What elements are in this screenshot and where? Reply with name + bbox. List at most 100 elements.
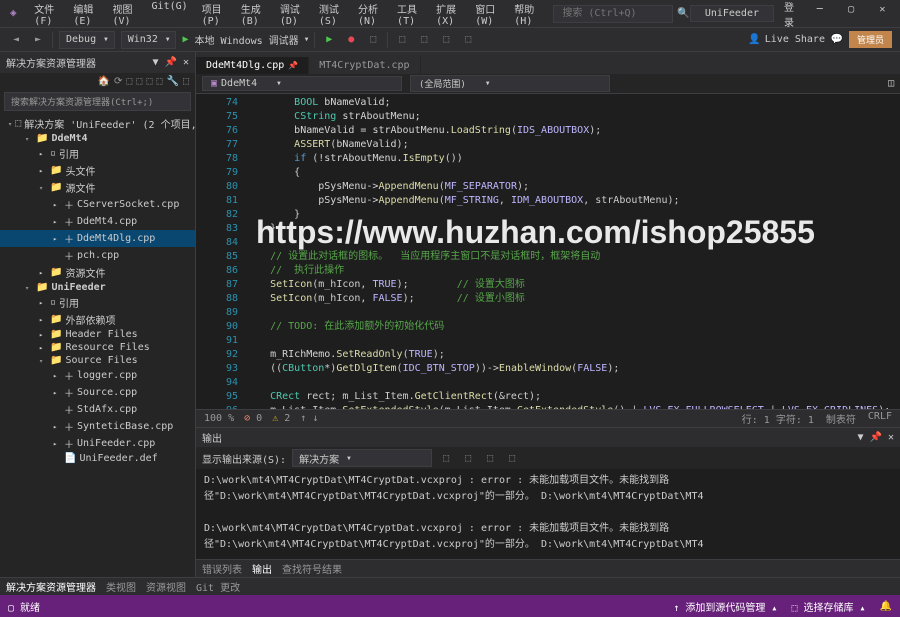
feedback-icon[interactable]: 💬 — [829, 32, 845, 48]
menu-调试(D)[interactable]: 调试(D) — [274, 0, 311, 31]
tree-item[interactable]: ▸＋DdeMt4.cpp — [0, 213, 195, 230]
wrench-icon[interactable]: 🔧 — [167, 76, 179, 87]
output-tab[interactable]: 错误列表 — [202, 561, 242, 576]
tb-c-icon[interactable]: ⬚ — [146, 76, 152, 87]
code-editor[interactable]: https://www.huzhan.com/ishop25855 747576… — [196, 94, 900, 409]
out-pin-icon[interactable]: 📌 — [870, 432, 882, 443]
source-control-button[interactable]: ↑ 添加到源代码管理 ▴ — [673, 599, 777, 614]
tb-icon-4[interactable]: ⬚ — [394, 32, 410, 48]
liveshare-button[interactable]: Live Share — [765, 34, 825, 45]
tree-item[interactable]: ＋pch.cpp — [0, 247, 195, 264]
menu-窗口(W)[interactable]: 窗口(W) — [469, 0, 506, 31]
tree-item[interactable]: ▿📁源文件 — [0, 179, 195, 196]
cursor-pos: 行: 1 字符: 1 — [742, 411, 814, 426]
menu-帮助(H)[interactable]: 帮助(H) — [508, 0, 545, 31]
tree-item[interactable]: ▸📁Header Files — [0, 328, 195, 341]
maximize-button[interactable]: ▢ — [837, 4, 864, 24]
close-button[interactable]: ✕ — [869, 4, 896, 24]
tree-item[interactable]: ▸＋logger.cpp — [0, 367, 195, 384]
tree-item[interactable]: ＋StdAfx.cpp — [0, 401, 195, 418]
out-tb-3[interactable]: ⬚ — [482, 450, 498, 466]
output-tab[interactable]: 输出 — [252, 561, 272, 576]
sidebar-pin-icon[interactable]: 📌 — [165, 57, 177, 68]
tree-item[interactable]: ▸＋UniFeeder.cpp — [0, 435, 195, 452]
tool-tab[interactable]: 类视图 — [106, 579, 136, 594]
home-icon[interactable]: 🏠 — [98, 76, 110, 87]
out-tb-2[interactable]: ⬚ — [460, 450, 476, 466]
tb-icon-3[interactable]: ⬚ — [365, 32, 381, 48]
tb-icon-5[interactable]: ⬚ — [416, 32, 432, 48]
indent-mode[interactable]: 制表符 — [826, 411, 856, 426]
config-dropdown[interactable]: Debug — [59, 31, 115, 49]
sidebar-toolbar: 🏠 ⟳ ⬚ ⬚ ⬚ ⬚ 🔧 ⬚ — [0, 73, 195, 90]
solution-node[interactable]: ▿⬚ 解决方案 'UniFeeder' (2 个项目, 共 3 个) — [0, 115, 195, 132]
tree-item[interactable]: ▿📁DdeMt4 — [0, 132, 195, 145]
output-tab[interactable]: 查找符号结果 — [282, 561, 342, 576]
tree-item[interactable]: ▸＋DdeMt4Dlg.cpp — [0, 230, 195, 247]
out-dropdown-icon[interactable]: ▼ — [857, 432, 863, 443]
vs-logo-icon: ◈ — [10, 6, 22, 22]
editor-tab[interactable]: MT4CryptDat.cpp — [309, 57, 420, 74]
menu-文件(F)[interactable]: 文件(F) — [28, 0, 65, 31]
menu-测试(S)[interactable]: 测试(S) — [313, 0, 350, 31]
menu-分析(N)[interactable]: 分析(N) — [352, 0, 389, 31]
tb-e-icon[interactable]: ⬚ — [183, 76, 189, 87]
menu-扩展(X)[interactable]: 扩展(X) — [430, 0, 467, 31]
sync-icon[interactable]: ⟳ — [114, 76, 122, 87]
sidebar-close-icon[interactable]: ✕ — [183, 57, 189, 68]
repo-select-button[interactable]: ⬚ 选择存储库 ▴ — [791, 599, 865, 614]
tree-item[interactable]: ▿📁Source Files — [0, 354, 195, 367]
notification-icon[interactable]: 🔔 — [880, 601, 892, 612]
out-close-icon[interactable]: ✕ — [888, 432, 894, 443]
tree-item[interactable]: ▸📁头文件 — [0, 162, 195, 179]
tree-item[interactable]: 📄UniFeeder.def — [0, 452, 195, 465]
run-label[interactable]: 本地 Windows 调试器 — [195, 32, 299, 47]
tree-item[interactable]: ▸📁Resource Files — [0, 341, 195, 354]
tb-icon-6[interactable]: ⬚ — [438, 32, 454, 48]
play-icon[interactable]: ▶ — [182, 34, 188, 45]
tree-item[interactable]: ▸📁外部依赖项 — [0, 311, 195, 328]
menu-工具(T)[interactable]: 工具(T) — [391, 0, 428, 31]
tool-tab[interactable]: 资源视图 — [146, 579, 186, 594]
out-tb-1[interactable]: ⬚ — [438, 450, 454, 466]
menu-生成(B)[interactable]: 生成(B) — [235, 0, 272, 31]
func-dropdown[interactable]: (全局范围) — [410, 75, 610, 92]
menu-编辑(E)[interactable]: 编辑(E) — [67, 0, 104, 31]
sidebar-dropdown-icon[interactable]: ▼ — [152, 57, 158, 68]
tb-icon-7[interactable]: ⬚ — [460, 32, 476, 48]
tb-b-icon[interactable]: ⬚ — [136, 76, 142, 87]
split-icon[interactable]: ◫ — [888, 78, 894, 89]
menu-项目(P)[interactable]: 项目(P) — [196, 0, 233, 31]
output-source-dropdown[interactable]: 解决方案 — [292, 449, 432, 467]
tb-d-icon[interactable]: ⬚ — [156, 76, 162, 87]
menu-Git(G)[interactable]: Git(G) — [146, 0, 194, 31]
tree-item[interactable]: ▿📁UniFeeder — [0, 281, 195, 294]
tree-item[interactable]: ▸▫引用 — [0, 294, 195, 311]
line-ending[interactable]: CRLF — [868, 411, 892, 426]
tree-item[interactable]: ▸＋CServerSocket.cpp — [0, 196, 195, 213]
platform-dropdown[interactable]: Win32 — [121, 31, 177, 49]
editor-area: DdeMt4Dlg.cpp📌MT4CryptDat.cpp ▣DdeMt4 (全… — [196, 52, 900, 577]
output-content[interactable]: D:\work\mt4\MT4CryptDat\MT4CryptDat.vcxp… — [196, 469, 900, 559]
out-tb-4[interactable]: ⬚ — [504, 450, 520, 466]
menu-视图(V)[interactable]: 视图(V) — [106, 0, 143, 31]
navigation-bar: ▣DdeMt4 (全局范围) ◫ — [196, 74, 900, 94]
nav-fwd-icon[interactable]: ► — [30, 32, 46, 48]
zoom-level[interactable]: 100 % — [204, 413, 234, 424]
tool-tab[interactable]: Git 更改 — [196, 579, 240, 594]
scope-dropdown[interactable]: ▣DdeMt4 — [202, 76, 402, 91]
search-input[interactable] — [553, 5, 673, 23]
tree-item[interactable]: ▸📁资源文件 — [0, 264, 195, 281]
tree-item[interactable]: ▸▫引用 — [0, 145, 195, 162]
minimize-button[interactable]: ─ — [806, 4, 833, 24]
editor-tab[interactable]: DdeMt4Dlg.cpp📌 — [196, 57, 309, 74]
tb-icon-2[interactable]: ● — [343, 32, 359, 48]
tree-item[interactable]: ▸＋Source.cpp — [0, 384, 195, 401]
nav-back-icon[interactable]: ◄ — [8, 32, 24, 48]
login-link[interactable]: 登录 — [784, 0, 802, 29]
tree-item[interactable]: ▸＋SynteticBase.cpp — [0, 418, 195, 435]
sidebar-search[interactable]: 搜索解决方案资源管理器(Ctrl+;) — [4, 92, 191, 111]
tb-icon-1[interactable]: ▶ — [321, 32, 337, 48]
tb-a-icon[interactable]: ⬚ — [126, 76, 132, 87]
tool-tab[interactable]: 解决方案资源管理器 — [6, 579, 96, 594]
